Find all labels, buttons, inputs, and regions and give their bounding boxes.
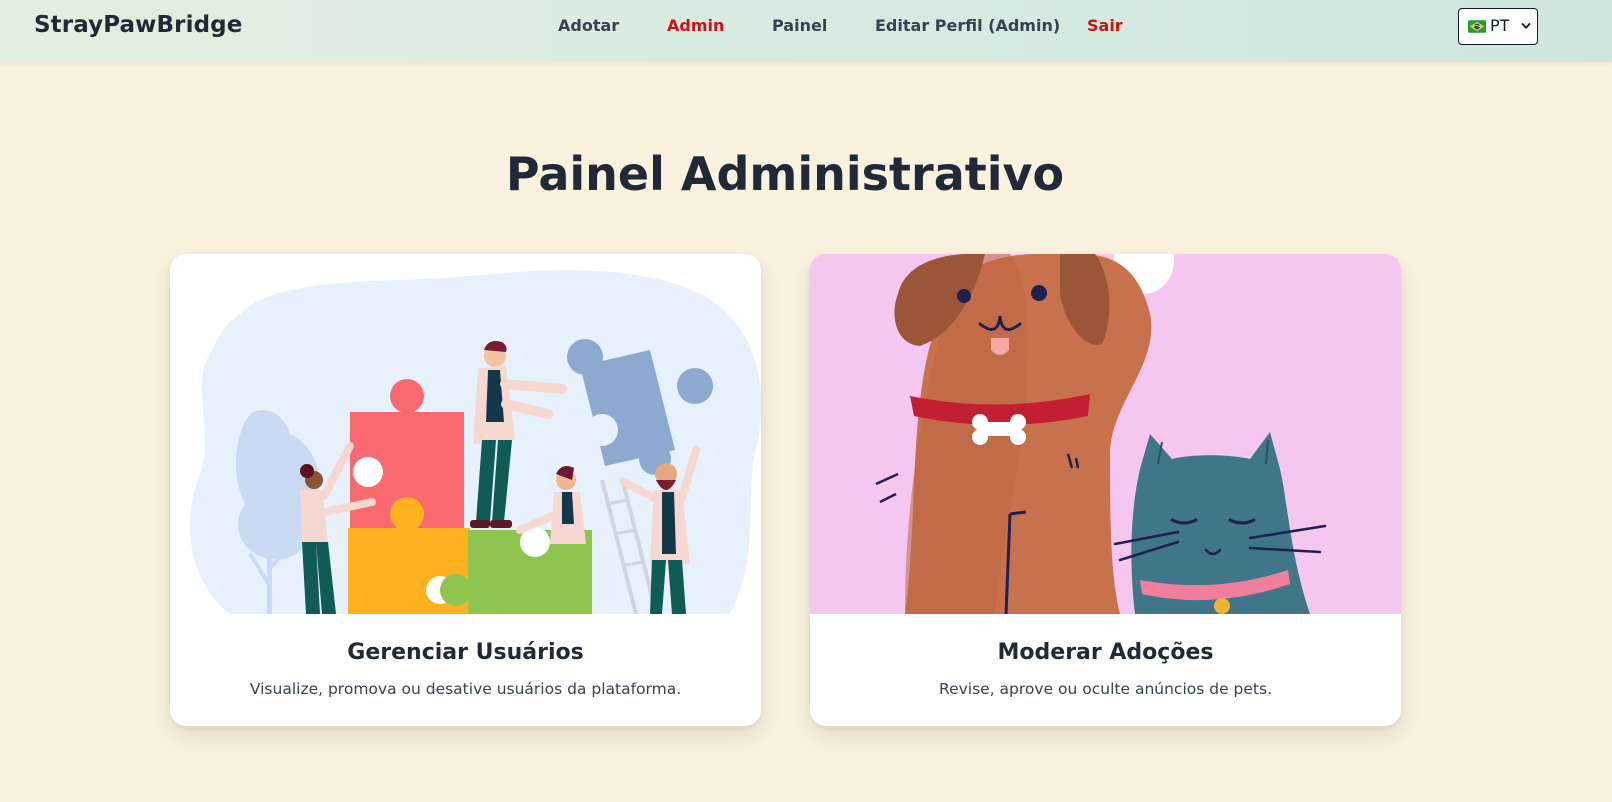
chevron-down-icon xyxy=(1521,23,1531,29)
moderate-adoptions-card[interactable]: Moderar Adoções Revise, aprove ou oculte… xyxy=(810,254,1401,726)
dog-and-cat-illustration xyxy=(810,254,1401,614)
language-select[interactable]: PT xyxy=(1458,8,1538,45)
language-code: PT xyxy=(1490,16,1510,35)
nav-link-painel[interactable]: Painel xyxy=(772,16,827,35)
nav-link-edit-profile[interactable]: Editar Perfil (Admin) xyxy=(875,16,1060,35)
card-description: Revise, aprove ou oculte anúncios de pet… xyxy=(939,680,1272,698)
card-title: Gerenciar Usuários xyxy=(347,640,584,665)
top-navbar: StrayPawBridge Adotar Admin Painel Edita… xyxy=(0,0,1612,62)
nav-link-admin[interactable]: Admin xyxy=(667,16,724,35)
people-assembling-puzzle-illustration xyxy=(170,254,761,614)
card-title: Moderar Adoções xyxy=(997,640,1214,665)
nav-link-adotar[interactable]: Adotar xyxy=(558,16,619,35)
nav-link-logout[interactable]: Sair xyxy=(1087,16,1123,35)
manage-users-card[interactable]: Gerenciar Usuários Visualize, promova ou… xyxy=(170,254,761,726)
brazil-flag-icon xyxy=(1468,20,1486,33)
page-title: Painel Administrativo xyxy=(505,147,1065,201)
card-description: Visualize, promova ou desative usuários … xyxy=(249,680,682,698)
nav-links: Adotar Admin Painel Editar Perfil (Admin… xyxy=(0,16,1612,42)
